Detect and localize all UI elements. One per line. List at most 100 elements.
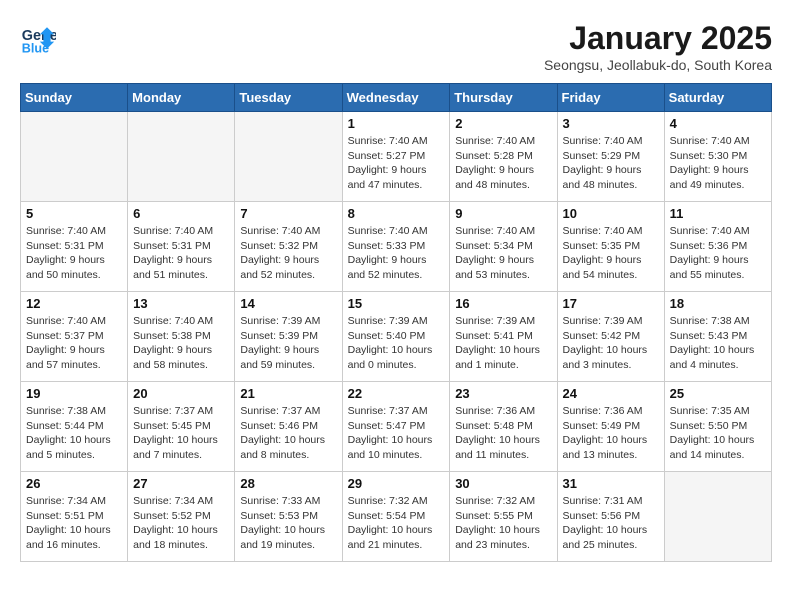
calendar-cell: 2Sunrise: 7:40 AM Sunset: 5:28 PM Daylig… xyxy=(450,112,557,202)
calendar-cell: 31 Sunrise: 7:31 AM Sunset: 5:56 PM Dayli… xyxy=(557,472,664,562)
day-number: 30 xyxy=(455,476,551,491)
day-info: Sunrise: 7:31 AM Sunset: 5:56 PM Dayligh… xyxy=(563,494,659,553)
day-number: 13 xyxy=(133,296,229,311)
day-number: 1 xyxy=(348,116,445,131)
day-info: Sunrise: 7:38 AM Sunset: 5:44 PM Dayligh… xyxy=(26,404,122,463)
title-block: January 2025 Seongsu, Jeollabuk-do, Sout… xyxy=(544,20,772,73)
logo: General Blue xyxy=(20,20,56,56)
weekday-header-wednesday: Wednesday xyxy=(342,84,450,112)
day-number: 3 xyxy=(563,116,659,131)
day-number: 12 xyxy=(26,296,122,311)
day-info: Sunrise: 7:37 AM Sunset: 5:45 PM Dayligh… xyxy=(133,404,229,463)
calendar-cell xyxy=(235,112,342,202)
day-info: Sunrise: 7:39 AM Sunset: 5:42 PM Dayligh… xyxy=(563,314,659,373)
day-number: 6 xyxy=(133,206,229,221)
calendar-cell: 15Sunrise: 7:39 AM Sunset: 5:40 PM Dayli… xyxy=(342,292,450,382)
day-info: Sunrise: 7:40 AM Sunset: 5:31 PM Dayligh… xyxy=(133,224,229,283)
day-number: 29 xyxy=(348,476,445,491)
day-number: 31 xyxy=(563,476,659,491)
day-info: Sunrise: 7:36 AM Sunset: 5:49 PM Dayligh… xyxy=(563,404,659,463)
week-row-5: 26Sunrise: 7:34 AM Sunset: 5:51 PM Dayli… xyxy=(21,472,772,562)
day-number: 25 xyxy=(670,386,766,401)
day-number: 17 xyxy=(563,296,659,311)
calendar-cell: 19 Sunrise: 7:38 AM Sunset: 5:44 PM Dayli… xyxy=(21,382,128,472)
calendar-cell: 28Sunrise: 7:33 AM Sunset: 5:53 PM Dayli… xyxy=(235,472,342,562)
weekday-header-sunday: Sunday xyxy=(21,84,128,112)
day-number: 8 xyxy=(348,206,445,221)
day-info: Sunrise: 7:40 AM Sunset: 5:37 PM Dayligh… xyxy=(26,314,122,373)
day-info: Sunrise: 7:34 AM Sunset: 5:52 PM Dayligh… xyxy=(133,494,229,553)
day-number: 9 xyxy=(455,206,551,221)
day-info: Sunrise: 7:35 AM Sunset: 5:50 PM Dayligh… xyxy=(670,404,766,463)
day-number: 16 xyxy=(455,296,551,311)
day-info: Sunrise: 7:36 AM Sunset: 5:48 PM Dayligh… xyxy=(455,404,551,463)
calendar-cell: 12 Sunrise: 7:40 AM Sunset: 5:37 PM Dayli… xyxy=(21,292,128,382)
calendar-cell: 4 Sunrise: 7:40 AM Sunset: 5:30 PM Daylig… xyxy=(664,112,771,202)
weekday-header-monday: Monday xyxy=(128,84,235,112)
day-number: 22 xyxy=(348,386,445,401)
calendar-cell: 29 Sunrise: 7:32 AM Sunset: 5:54 PM Dayli… xyxy=(342,472,450,562)
calendar-title: January 2025 xyxy=(544,20,772,57)
day-number: 21 xyxy=(240,386,336,401)
day-info: Sunrise: 7:39 AM Sunset: 5:41 PM Dayligh… xyxy=(455,314,551,373)
day-info: Sunrise: 7:32 AM Sunset: 5:55 PM Dayligh… xyxy=(455,494,551,553)
calendar-cell: 17 Sunrise: 7:39 AM Sunset: 5:42 PM Dayli… xyxy=(557,292,664,382)
weekday-header-friday: Friday xyxy=(557,84,664,112)
calendar-cell: 13 Sunrise: 7:40 AM Sunset: 5:38 PM Dayli… xyxy=(128,292,235,382)
day-number: 24 xyxy=(563,386,659,401)
calendar-cell: 16 Sunrise: 7:39 AM Sunset: 5:41 PM Dayli… xyxy=(450,292,557,382)
day-info: Sunrise: 7:37 AM Sunset: 5:46 PM Dayligh… xyxy=(240,404,336,463)
day-number: 20 xyxy=(133,386,229,401)
weekday-header-row: SundayMondayTuesdayWednesdayThursdayFrid… xyxy=(21,84,772,112)
day-info: Sunrise: 7:40 AM Sunset: 5:29 PM Dayligh… xyxy=(563,134,659,193)
week-row-2: 5 Sunrise: 7:40 AM Sunset: 5:31 PM Daylig… xyxy=(21,202,772,292)
day-number: 10 xyxy=(563,206,659,221)
day-info: Sunrise: 7:40 AM Sunset: 5:36 PM Dayligh… xyxy=(670,224,766,283)
weekday-header-saturday: Saturday xyxy=(664,84,771,112)
calendar-cell: 8 Sunrise: 7:40 AM Sunset: 5:33 PM Daylig… xyxy=(342,202,450,292)
calendar-cell xyxy=(128,112,235,202)
day-number: 4 xyxy=(670,116,766,131)
page-header: General Blue January 2025 Seongsu, Jeoll… xyxy=(20,20,772,73)
day-info: Sunrise: 7:40 AM Sunset: 5:38 PM Dayligh… xyxy=(133,314,229,373)
day-number: 11 xyxy=(670,206,766,221)
day-number: 28 xyxy=(240,476,336,491)
day-number: 5 xyxy=(26,206,122,221)
calendar-subtitle: Seongsu, Jeollabuk-do, South Korea xyxy=(544,57,772,73)
calendar-cell: 1Sunrise: 7:40 AM Sunset: 5:27 PM Daylig… xyxy=(342,112,450,202)
calendar-cell: 5 Sunrise: 7:40 AM Sunset: 5:31 PM Daylig… xyxy=(21,202,128,292)
day-info: Sunrise: 7:40 AM Sunset: 5:34 PM Dayligh… xyxy=(455,224,551,283)
week-row-4: 19 Sunrise: 7:38 AM Sunset: 5:44 PM Dayli… xyxy=(21,382,772,472)
day-info: Sunrise: 7:40 AM Sunset: 5:35 PM Dayligh… xyxy=(563,224,659,283)
calendar-cell: 20 Sunrise: 7:37 AM Sunset: 5:45 PM Dayli… xyxy=(128,382,235,472)
day-number: 15 xyxy=(348,296,445,311)
calendar-cell: 26Sunrise: 7:34 AM Sunset: 5:51 PM Dayli… xyxy=(21,472,128,562)
day-info: Sunrise: 7:40 AM Sunset: 5:33 PM Dayligh… xyxy=(348,224,445,283)
day-number: 18 xyxy=(670,296,766,311)
calendar-cell: 14Sunrise: 7:39 AM Sunset: 5:39 PM Dayli… xyxy=(235,292,342,382)
day-info: Sunrise: 7:40 AM Sunset: 5:31 PM Dayligh… xyxy=(26,224,122,283)
calendar-table: SundayMondayTuesdayWednesdayThursdayFrid… xyxy=(20,83,772,562)
calendar-cell: 25 Sunrise: 7:35 AM Sunset: 5:50 PM Dayli… xyxy=(664,382,771,472)
weekday-header-thursday: Thursday xyxy=(450,84,557,112)
day-number: 19 xyxy=(26,386,122,401)
calendar-cell: 11 Sunrise: 7:40 AM Sunset: 5:36 PM Dayli… xyxy=(664,202,771,292)
logo-icon: General Blue xyxy=(20,20,56,56)
week-row-1: 1Sunrise: 7:40 AM Sunset: 5:27 PM Daylig… xyxy=(21,112,772,202)
calendar-cell: 18Sunrise: 7:38 AM Sunset: 5:43 PM Dayli… xyxy=(664,292,771,382)
calendar-cell: 22 Sunrise: 7:37 AM Sunset: 5:47 PM Dayli… xyxy=(342,382,450,472)
day-info: Sunrise: 7:34 AM Sunset: 5:51 PM Dayligh… xyxy=(26,494,122,553)
day-info: Sunrise: 7:39 AM Sunset: 5:39 PM Dayligh… xyxy=(240,314,336,373)
calendar-cell: 27 Sunrise: 7:34 AM Sunset: 5:52 PM Dayli… xyxy=(128,472,235,562)
calendar-cell xyxy=(664,472,771,562)
day-info: Sunrise: 7:37 AM Sunset: 5:47 PM Dayligh… xyxy=(348,404,445,463)
day-info: Sunrise: 7:40 AM Sunset: 5:32 PM Dayligh… xyxy=(240,224,336,283)
day-number: 27 xyxy=(133,476,229,491)
day-info: Sunrise: 7:32 AM Sunset: 5:54 PM Dayligh… xyxy=(348,494,445,553)
calendar-cell: 23 Sunrise: 7:36 AM Sunset: 5:48 PM Dayli… xyxy=(450,382,557,472)
calendar-cell: 24 Sunrise: 7:36 AM Sunset: 5:49 PM Dayli… xyxy=(557,382,664,472)
day-info: Sunrise: 7:40 AM Sunset: 5:30 PM Dayligh… xyxy=(670,134,766,193)
day-number: 2 xyxy=(455,116,551,131)
day-number: 23 xyxy=(455,386,551,401)
calendar-cell: 21 Sunrise: 7:37 AM Sunset: 5:46 PM Dayli… xyxy=(235,382,342,472)
